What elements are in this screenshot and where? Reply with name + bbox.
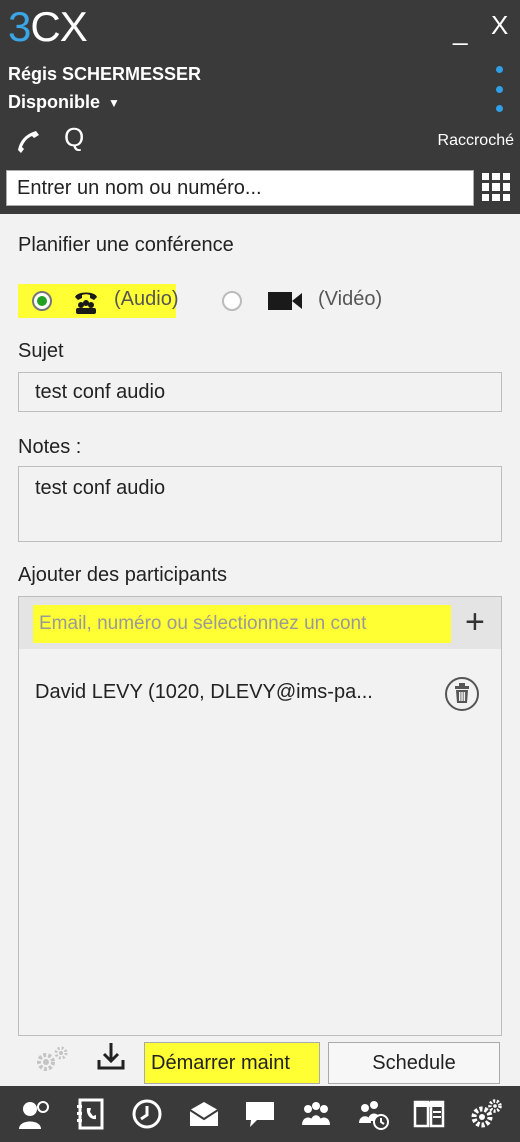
contacts-icon[interactable]	[72, 1095, 110, 1133]
schedule-button[interactable]: Schedule	[328, 1042, 500, 1084]
audio-conference-icon	[75, 292, 97, 314]
more-options-icon[interactable]	[494, 66, 504, 112]
page-title: Planifier une conférence	[18, 234, 234, 256]
notes-field[interactable]: test conf audio	[18, 466, 502, 542]
trash-icon[interactable]	[443, 675, 481, 713]
voicemail-icon[interactable]	[185, 1095, 223, 1133]
minimize-button[interactable]: _	[453, 18, 467, 44]
dial-input[interactable]: Entrer un nom ou numéro...	[6, 170, 474, 206]
subject-field[interactable]: test conf audio	[18, 372, 502, 412]
status-label: Disponible	[8, 92, 101, 112]
logo-prefix: 3	[8, 3, 31, 50]
switchboard-icon[interactable]	[410, 1095, 448, 1133]
caret-down-icon: ▼	[108, 95, 120, 110]
conference-icon[interactable]	[297, 1095, 335, 1133]
dialpad-icon[interactable]	[482, 173, 510, 201]
presence-icon[interactable]	[15, 1095, 53, 1133]
logo-suffix: CX	[30, 3, 87, 50]
add-participant-icon[interactable]: +	[465, 605, 485, 639]
close-button[interactable]: X	[491, 12, 508, 38]
audio-radio[interactable]	[32, 291, 52, 311]
hangup-button[interactable]: Raccroché	[438, 132, 514, 150]
start-now-button[interactable]: Démarrer maint	[144, 1042, 320, 1084]
app-logo: 3CX	[8, 3, 88, 50]
participants-panel: + David LEVY (1020, DLEVY@ims-pa...	[18, 596, 502, 1036]
subject-label: Sujet	[18, 340, 64, 362]
status-selector[interactable]: Disponible ▼	[8, 92, 120, 113]
settings-icon[interactable]	[467, 1095, 505, 1133]
search-icon[interactable]: Q	[64, 122, 84, 152]
phone-icon[interactable]	[14, 126, 44, 156]
conference-type-selector: (Audio) (Vidéo)	[18, 282, 418, 320]
user-name: Régis SCHERMESSER	[8, 64, 202, 84]
download-icon[interactable]	[96, 1040, 126, 1072]
participants-label: Ajouter des participants	[18, 564, 228, 586]
video-camera-icon	[268, 292, 302, 310]
participant-search-input[interactable]	[39, 611, 451, 637]
chat-icon[interactable]	[241, 1095, 279, 1133]
audio-label[interactable]: (Audio)	[114, 288, 178, 311]
video-radio[interactable]	[222, 291, 242, 311]
history-icon[interactable]	[128, 1095, 166, 1133]
add-participant-row: +	[19, 597, 501, 649]
participant-name: David LEVY (1020, DLEVY@ims-pa...	[35, 681, 373, 703]
bottom-toolbar	[0, 1086, 520, 1142]
video-label[interactable]: (Vidéo)	[318, 288, 382, 311]
settings-icon[interactable]	[32, 1044, 72, 1074]
list-item: David LEVY (1020, DLEVY@ims-pa...	[19, 671, 501, 715]
scheduled-conference-icon[interactable]	[354, 1095, 392, 1133]
notes-label: Notes :	[18, 436, 82, 458]
header-bar: 3CX _ X Régis SCHERMESSER Disponible ▼ Q…	[0, 0, 520, 214]
